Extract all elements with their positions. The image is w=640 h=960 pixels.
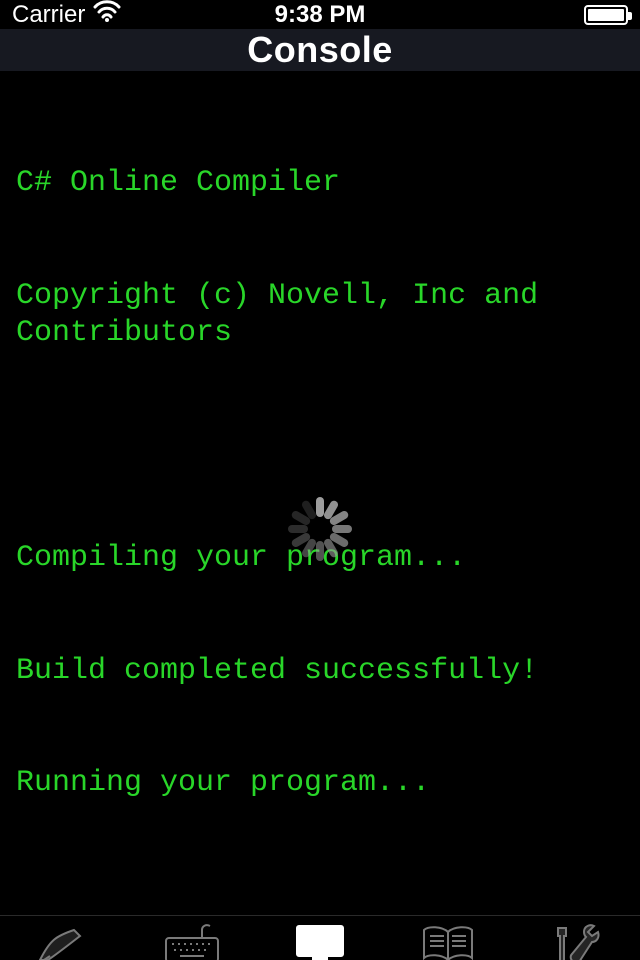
wifi-icon bbox=[93, 0, 121, 29]
status-right bbox=[584, 5, 628, 25]
console-line bbox=[16, 428, 624, 466]
page-title: Console bbox=[247, 29, 393, 71]
console-line: C# Online Compiler bbox=[16, 165, 624, 203]
console-line: Copyright (c) Novell, Inc and Contributo… bbox=[16, 278, 624, 353]
battery-icon bbox=[584, 5, 628, 25]
status-bar: Carrier 9:38 PM bbox=[0, 0, 640, 29]
keyboard-icon bbox=[162, 916, 222, 960]
tools-icon bbox=[550, 916, 602, 960]
tab-source[interactable]: Source bbox=[0, 916, 128, 960]
console-output: C# Online Compiler Copyright (c) Novell,… bbox=[0, 72, 640, 915]
loading-spinner-icon bbox=[288, 497, 352, 561]
nav-header: Console bbox=[0, 29, 640, 72]
carrier-text: Carrier bbox=[12, 1, 85, 29]
compose-icon bbox=[36, 916, 92, 960]
tab-settings[interactable]: Settings bbox=[512, 916, 640, 960]
tab-input[interactable]: Input bbox=[128, 916, 256, 960]
status-left: Carrier bbox=[12, 0, 121, 29]
tab-reference[interactable]: Reference bbox=[384, 916, 512, 960]
book-icon bbox=[418, 916, 478, 960]
console-line: Build completed successfully! bbox=[16, 653, 624, 691]
